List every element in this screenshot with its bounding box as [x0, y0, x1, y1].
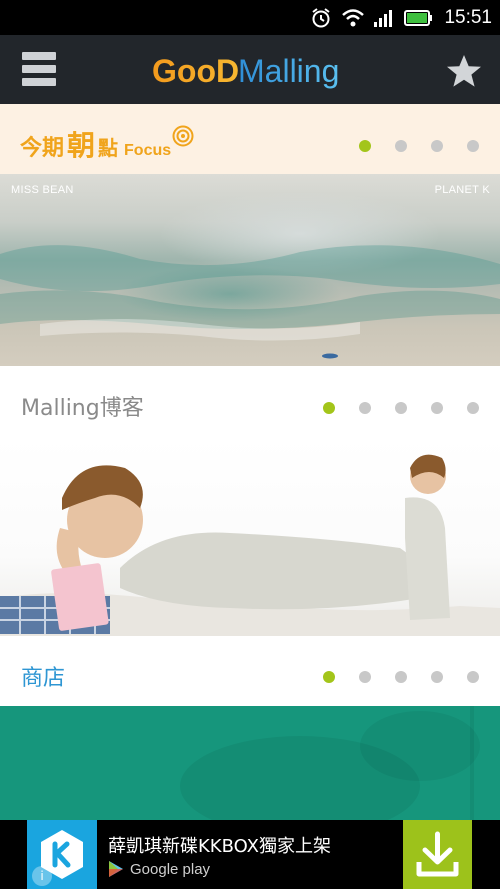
pager-dot[interactable] [395, 402, 407, 414]
svg-text:GooD: GooD [152, 53, 239, 89]
google-play-icon [109, 861, 123, 877]
pager-dot-active[interactable] [323, 402, 335, 414]
pager-dot[interactable] [467, 140, 479, 152]
focus-section-header: 今期 朝 點 Focus [0, 104, 500, 174]
hamburger-menu-icon[interactable] [22, 52, 56, 86]
shop-section-header: 商店 [0, 636, 500, 706]
focus-title-latin: Focus [124, 142, 172, 159]
blog-pager[interactable] [323, 402, 479, 414]
battery-icon [403, 7, 433, 29]
google-play-label: Google play [130, 860, 211, 878]
ad-headline: 薛凱琪新碟KKBOX獨家上架 [108, 836, 331, 857]
status-bar: 15:51 [0, 0, 500, 35]
alarm-icon [310, 7, 332, 29]
download-icon [416, 831, 459, 877]
focus-title-part3: 點 [98, 136, 119, 160]
signal-icon [372, 7, 394, 29]
shop-banner[interactable] [0, 706, 500, 820]
target-icon [172, 125, 194, 147]
pager-dot[interactable] [431, 402, 443, 414]
goodmalling-logo: GooD Malling [152, 53, 339, 89]
pager-dot[interactable] [467, 671, 479, 683]
app-header: GooD Malling [0, 35, 500, 104]
blog-title: Malling博客 [21, 396, 144, 421]
download-button[interactable] [403, 820, 472, 889]
focus-title-part1: 今期 [20, 136, 65, 161]
model-photo [0, 454, 500, 636]
pager-dot-active[interactable] [323, 671, 335, 683]
beach-scene [0, 245, 500, 359]
clock: 15:51 [444, 6, 492, 28]
focus-banner[interactable]: MISS BEAN PLANET K [0, 174, 500, 366]
pager-dot[interactable] [395, 671, 407, 683]
focus-title: 今期 朝 點 Focus [20, 124, 171, 164]
shop-pager[interactable] [323, 671, 479, 683]
svg-text:Malling: Malling [238, 53, 339, 89]
pager-dot[interactable] [359, 402, 371, 414]
focus-title-part2: 朝 [67, 129, 96, 162]
pager-dot[interactable] [431, 671, 443, 683]
app-screen: 15:51 GooD Malling 今期 朝 點 Focus MISS BEA… [0, 0, 500, 889]
pager-dot[interactable] [467, 402, 479, 414]
wifi-icon [341, 7, 365, 29]
ad-banner[interactable]: 薛凱琪新碟KKBOX獨家上架 Google play [0, 820, 500, 889]
star-icon[interactable] [444, 51, 484, 91]
pager-dot[interactable] [395, 140, 407, 152]
google-play-badge: Google play [108, 860, 210, 878]
blog-photo[interactable] [0, 438, 500, 636]
pager-dot-active[interactable] [359, 140, 371, 152]
blog-section-header: Malling博客 [0, 366, 500, 438]
focus-pager[interactable] [359, 140, 479, 152]
pager-dot[interactable] [431, 140, 443, 152]
ad-info-icon[interactable]: i [32, 866, 52, 886]
shop-banner-pattern [180, 706, 480, 820]
pager-dot[interactable] [359, 671, 371, 683]
shop-title: 商店 [21, 666, 66, 691]
